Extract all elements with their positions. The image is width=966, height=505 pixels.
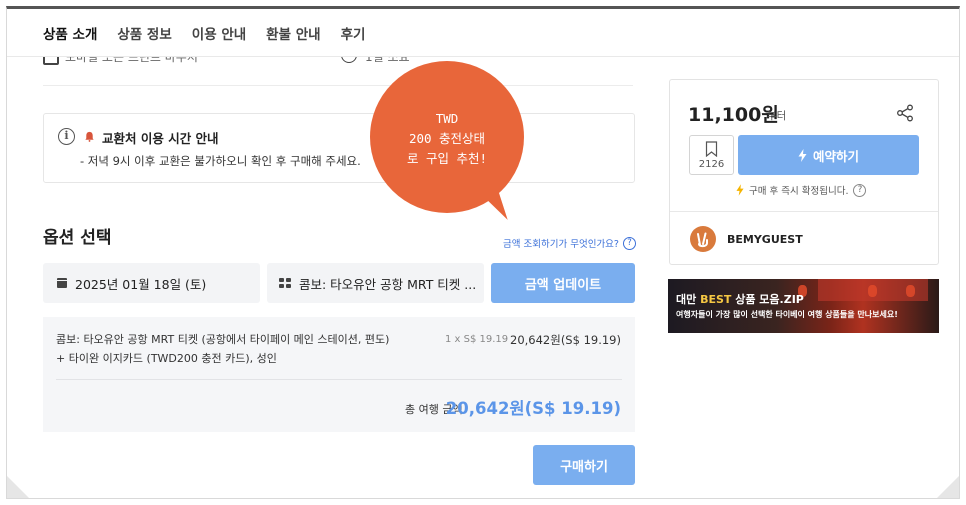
starting-price: 11,100원 xyxy=(688,104,779,126)
buy-button[interactable]: 구매하기 xyxy=(533,445,635,485)
annotation-line-1: TWD xyxy=(435,111,459,126)
price-lookup-help-link[interactable]: 금액 조회하기가 무엇인가요? ? xyxy=(503,236,636,250)
annotation-line-2: 200 충전상태 xyxy=(408,131,486,146)
exchange-hours-notice: i 교환처 이용 시간 안내 - 저녁 9시 이후 교환은 불가하오니 확인 후… xyxy=(43,113,635,183)
date-selector[interactable]: 2025년 01월 18일 (토) xyxy=(43,263,260,303)
selected-option: 콤보: 타오유안 공항 MRT 티켓 ... xyxy=(299,276,477,292)
bookmark-icon xyxy=(705,141,718,157)
bolt-icon xyxy=(736,184,744,196)
options-title: 옵션 선택 xyxy=(43,228,112,248)
tab-refund-guide[interactable]: 환불 안내 xyxy=(266,23,320,43)
page-frame: 상품 소개 상품 정보 이용 안내 환불 안내 후기 모바일 또는 프린트 바우… xyxy=(6,6,960,499)
option-selector[interactable]: 콤보: 타오유안 공항 MRT 티켓 ... xyxy=(267,263,484,303)
tab-product-info[interactable]: 상품 정보 xyxy=(117,23,171,43)
voucher-info-row: 모바일 또는 프린트 바우처 1일 소요 xyxy=(43,55,633,69)
tab-reviews[interactable]: 후기 xyxy=(341,23,366,43)
banner-subtitle: 여행자들이 가장 많이 선택한 타이베이 여행 상품들을 만나보세요! xyxy=(676,310,898,319)
info-icon: i xyxy=(58,128,75,145)
vendor-name: BEMYGUEST xyxy=(727,233,803,246)
lantern-decoration xyxy=(906,285,915,297)
reserve-button[interactable]: 예약하기 xyxy=(738,135,919,175)
banner-title-highlight: BEST xyxy=(700,293,732,306)
question-icon[interactable]: ? xyxy=(853,183,867,197)
promo-banner[interactable]: 대만 BEST 상품 모음.ZIP 여행자들이 가장 많이 선택한 타이베이 여… xyxy=(668,279,939,333)
summary-divider xyxy=(56,379,622,380)
price-update-button[interactable]: 금액 업데이트 xyxy=(491,263,635,303)
selected-date: 2025년 01월 18일 (토) xyxy=(75,276,207,292)
banner-title-suffix: 상품 모음.ZIP xyxy=(731,293,804,306)
wishlist-button[interactable]: 2126 xyxy=(689,135,734,175)
tab-usage-guide[interactable]: 이용 안내 xyxy=(192,23,246,43)
lantern-decoration xyxy=(868,285,877,297)
banner-title: 대만 BEST 상품 모음.ZIP xyxy=(676,291,804,307)
notice-title: 교환처 이용 시간 안내 xyxy=(102,131,219,146)
peace-hand-icon xyxy=(697,232,708,248)
banner-title-prefix: 대만 xyxy=(676,293,701,306)
total-price: 20,642원(S$ 19.19) xyxy=(445,399,621,418)
bolt-icon xyxy=(798,148,807,162)
vendor-logo xyxy=(690,226,716,252)
section-nav: 상품 소개 상품 정보 이용 안내 환불 안내 후기 xyxy=(7,9,959,57)
price-suffix: 부터 xyxy=(767,110,787,122)
notice-description: - 저녁 9시 이후 교환은 불가하오니 확인 후 구매해 주세요. xyxy=(80,154,361,168)
annotation-line-3: 로 구입 추천! xyxy=(406,151,488,166)
bell-icon xyxy=(85,131,94,142)
share-icon[interactable] xyxy=(896,104,914,122)
selected-item-description: 콤보: 타오유안 공항 MRT 티켓 (공항에서 타이페이 메인 스테이션, 편… xyxy=(56,333,390,365)
selection-summary: 콤보: 타오유안 공항 MRT 티켓 (공항에서 타이페이 메인 스테이션, 편… xyxy=(43,317,635,432)
calendar-icon xyxy=(57,278,67,288)
item-quantity: 1 x S$ 19.19 xyxy=(445,334,509,345)
options-grid-icon xyxy=(279,278,291,288)
page-curl-decoration xyxy=(7,476,29,498)
instant-confirm-note: 구매 후 즉시 확정됩니다. ? xyxy=(736,183,867,197)
divider xyxy=(43,85,633,86)
item-price: 20,642원(S$ 19.19) xyxy=(510,333,621,347)
reserve-button-label: 예약하기 xyxy=(812,148,859,164)
question-icon: ? xyxy=(622,236,636,250)
page-curl-decoration xyxy=(937,476,959,498)
booking-card: 11,100원 부터 2126 예약하기 구매 후 즉시 확정됩니다. ? BE… xyxy=(669,79,939,265)
annotation-text: TWD 200 충전상태 로 구입 추천! xyxy=(370,109,524,169)
confirm-note-text: 구매 후 즉시 확정됩니다. xyxy=(749,186,849,197)
tab-product-intro[interactable]: 상품 소개 xyxy=(43,23,97,43)
card-divider xyxy=(670,211,938,212)
wishlist-count: 2126 xyxy=(698,159,725,170)
help-link-text: 금액 조회하기가 무엇인가요? xyxy=(503,239,619,250)
